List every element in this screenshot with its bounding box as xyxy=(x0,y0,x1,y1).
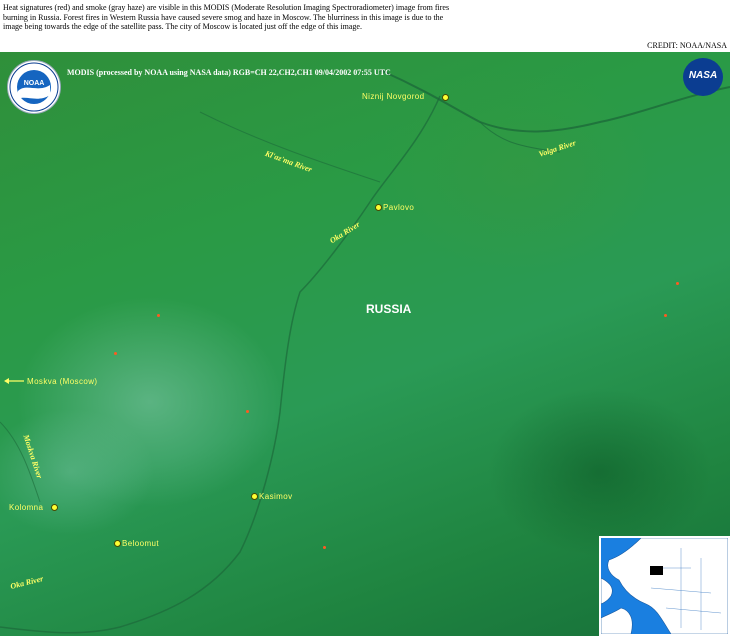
locator-map-graphic xyxy=(601,538,728,634)
fire-hotspot xyxy=(114,352,117,355)
fire-hotspot xyxy=(323,546,326,549)
image-caption: Heat signatures (red) and smoke (gray ha… xyxy=(3,3,450,32)
noaa-logo: NOAA xyxy=(8,61,60,113)
satellite-image: MODIS (processed by NOAA using NASA data… xyxy=(0,52,730,636)
city-dot xyxy=(442,94,449,101)
fire-hotspot xyxy=(664,314,667,317)
city-dot xyxy=(51,504,58,511)
arrow-left-icon xyxy=(4,378,24,384)
city-label-beloomut: Beloomut xyxy=(122,539,159,548)
fire-hotspot xyxy=(246,410,249,413)
city-label-pavlovo: Pavlovo xyxy=(383,203,415,212)
city-dot xyxy=(375,204,382,211)
svg-text:NOAA: NOAA xyxy=(24,80,45,87)
noaa-emblem-icon: NOAA xyxy=(9,62,59,112)
city-label-kolomna: Kolomna xyxy=(9,503,44,512)
nasa-logo-text: NASA xyxy=(688,70,718,81)
fire-hotspot xyxy=(157,314,160,317)
city-dot xyxy=(114,540,121,547)
nasa-logo: NASA xyxy=(683,58,723,96)
city-label-moskva: Moskva (Moscow) xyxy=(27,377,98,386)
locator-inset-map xyxy=(599,536,730,636)
city-label-nizhny-novgorod: Niznij Novgorod xyxy=(362,92,425,101)
fire-hotspot xyxy=(676,282,679,285)
image-header: MODIS (processed by NOAA using NASA data… xyxy=(67,68,391,77)
country-label: RUSSIA xyxy=(366,302,412,316)
credit-line: CREDIT: NOAA/NASA xyxy=(647,41,727,50)
city-label-kasimov: Kasimov xyxy=(259,492,293,501)
city-dot xyxy=(251,493,258,500)
